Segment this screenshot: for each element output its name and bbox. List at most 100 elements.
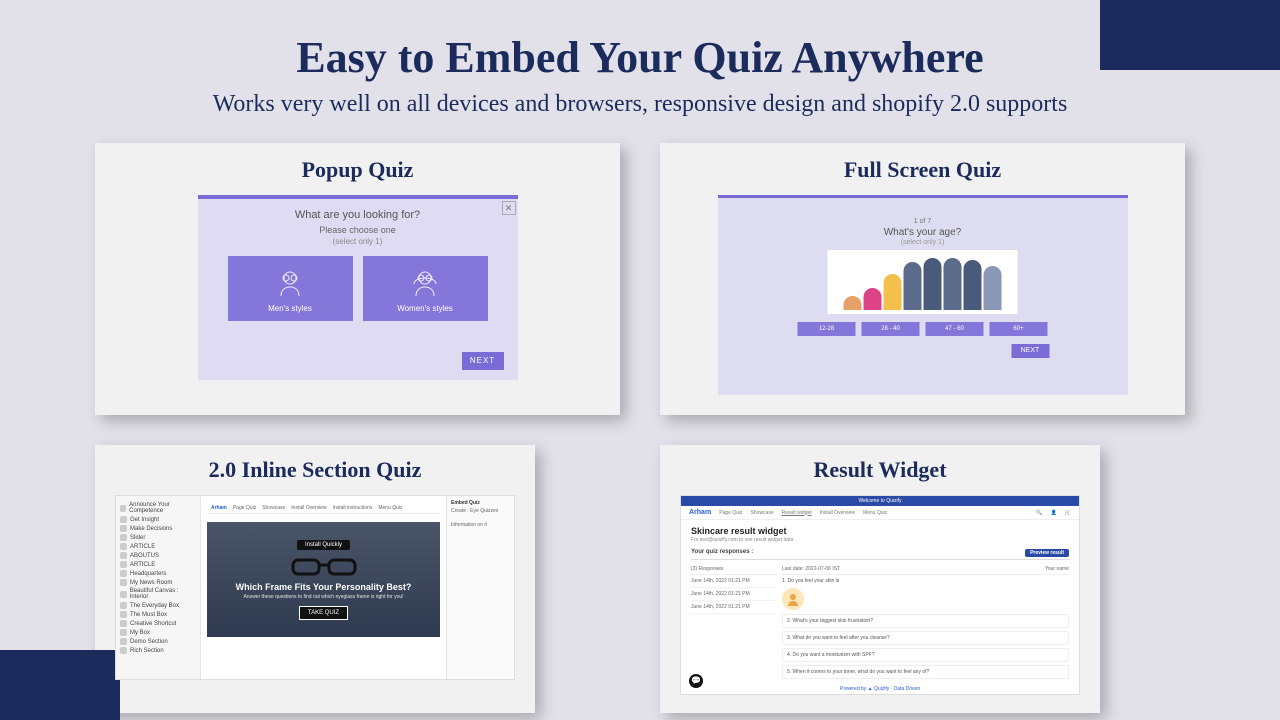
corner-accent-tr xyxy=(1100,0,1280,70)
question-row: 3. What do you want to feel after you cl… xyxy=(782,631,1069,645)
fullscreen-preview: 1 of 7 What's your age? (select only 1) … xyxy=(718,195,1128,395)
sidebar-item[interactable]: Get Insight xyxy=(130,517,159,523)
sidebar-item[interactable]: Make Decisions xyxy=(130,526,172,532)
nav-item[interactable]: Menu Quiz xyxy=(863,510,887,516)
next-button[interactable]: NEXT xyxy=(462,352,504,370)
sidebar-item[interactable]: ABOUTUS xyxy=(130,553,159,559)
sidebar-item[interactable]: My News Room xyxy=(130,580,172,586)
hero-subtitle: Answer these questions to find out which… xyxy=(243,594,403,600)
sidebar-item[interactable]: The Must Box xyxy=(130,612,167,618)
theme-sidebar: Announce Your Competence Get Insight Mak… xyxy=(116,496,201,679)
hero-quiz-section: Install Quickly Which Frame Fits Your Pe… xyxy=(207,522,440,637)
sidebar-item[interactable]: My Box xyxy=(130,630,150,636)
avatar-icon xyxy=(782,588,804,610)
fsq-question: What's your age? xyxy=(796,227,1049,238)
nav-item[interactable]: Install Overview xyxy=(820,510,855,516)
sidebar-item[interactable]: Headquarters xyxy=(130,571,166,577)
option-mens[interactable]: Men's styles xyxy=(228,256,353,321)
sidebar-item[interactable]: Slider xyxy=(130,535,145,541)
person-male-icon xyxy=(275,270,305,298)
card-fullscreen-quiz: Full Screen Quiz 1 of 7 What's your age?… xyxy=(660,143,1185,415)
nav-item[interactable]: Install instructions xyxy=(333,505,373,511)
age-option[interactable]: 12-28 xyxy=(798,322,856,336)
option-label: Women's styles xyxy=(397,304,453,313)
question-row: 2. What's your biggest skin frustration? xyxy=(782,614,1069,628)
person-female-icon xyxy=(410,270,440,298)
panel-heading: Embed Quiz xyxy=(451,500,510,506)
col-responses: (3) Responses xyxy=(691,566,724,572)
option-label: Men's styles xyxy=(268,304,312,313)
result-nav: Arham Page Quiz Showcase Result widget I… xyxy=(681,506,1079,520)
result-preview: Welcome to Quizify Arham Page Quiz Showc… xyxy=(680,495,1080,695)
sidebar-item[interactable]: Demo Section xyxy=(130,639,168,645)
nav-item[interactable]: Install Overview xyxy=(291,505,326,511)
card-title: 2.0 Inline Section Quiz xyxy=(209,457,422,483)
store-preview: Arham Page Quiz Showcase Install Overvie… xyxy=(201,496,446,679)
sidebar-item[interactable]: Announce Your Competence xyxy=(129,502,196,514)
response-row[interactable]: June 14th, 2022 01:21 PM xyxy=(691,601,776,614)
sidebar-item[interactable]: Rich Section xyxy=(130,648,164,654)
sidebar-item[interactable]: Beautiful Canvas : Interior xyxy=(130,588,196,600)
popup-instruction: Please choose one xyxy=(198,225,518,235)
card-title: Popup Quiz xyxy=(302,157,414,183)
install-pill[interactable]: Install Quickly xyxy=(297,540,350,550)
responses-header: Your quiz responses : Preview result xyxy=(691,549,1069,560)
responses-label: Your quiz responses : xyxy=(691,549,753,557)
hero-title: Which Frame Fits Your Personality Best? xyxy=(236,582,412,592)
preview-result-button[interactable]: Preview result xyxy=(1025,549,1069,557)
search-icon[interactable]: 🔍 xyxy=(1036,510,1042,516)
page-title: Easy to Embed Your Quiz Anywhere xyxy=(0,0,1280,83)
fsq-select-hint: (select only 1) xyxy=(796,239,1049,246)
age-people-image xyxy=(828,250,1018,314)
store-topbar: Arham Page Quiz Showcase Install Overvie… xyxy=(207,502,440,514)
brand-logo: Arham xyxy=(211,505,227,511)
card-result-widget: Result Widget Welcome to Quizify Arham P… xyxy=(660,445,1100,713)
card-popup-quiz: Popup Quiz ✕ What are you looking for? P… xyxy=(95,143,620,415)
nav-item[interactable]: Page Quiz xyxy=(719,510,742,516)
sidebar-item[interactable]: The Everyday Box xyxy=(130,603,179,609)
nav-item-active[interactable]: Result widget xyxy=(782,510,812,516)
sidebar-item[interactable]: ARTICLE xyxy=(130,562,155,568)
sidebar-item[interactable]: Creative Shortcut xyxy=(130,621,176,627)
step-indicator: 1 of 7 xyxy=(796,218,1049,225)
powered-by: Powered by ▲ Quizify · Data Driven xyxy=(681,686,1079,692)
nav-item[interactable]: Showcase xyxy=(751,510,774,516)
q1-label: 1. Do you feel your skin is xyxy=(782,578,1069,584)
widget-heading: Skincare result widget xyxy=(691,526,1069,536)
section-settings-panel: Embed Quiz Create : Eye Quizzes Informat… xyxy=(446,496,514,679)
take-quiz-button[interactable]: TAKE QUIZ xyxy=(299,606,348,620)
nav-item[interactable]: Menu Quiz xyxy=(378,505,402,511)
col-name: Your name xyxy=(1045,566,1069,572)
popup-select-hint: (select only 1) xyxy=(198,237,518,246)
next-button[interactable]: NEXT xyxy=(1011,344,1049,358)
widget-email-line: For test@quizify.com to see result widge… xyxy=(691,537,1069,543)
popup-question: What are you looking for? xyxy=(198,209,518,221)
nav-item[interactable]: Showcase xyxy=(262,505,285,511)
panel-info: Information on it xyxy=(451,522,510,528)
age-option[interactable]: 60+ xyxy=(990,322,1048,336)
sidebar-item[interactable]: ARTICLE xyxy=(130,544,155,550)
response-row[interactable]: June 14th, 2022 01:21 PM xyxy=(691,575,776,588)
response-row[interactable]: June 14th, 2022 01:21 PM xyxy=(691,588,776,601)
card-inline-quiz: 2.0 Inline Section Quiz Announce Your Co… xyxy=(95,445,535,713)
age-option[interactable]: 28 - 40 xyxy=(862,322,920,336)
close-icon[interactable]: ✕ xyxy=(502,201,516,215)
corner-accent-bl xyxy=(0,650,120,720)
nav-item[interactable]: Page Quiz xyxy=(233,505,256,511)
card-title: Result Widget xyxy=(813,457,946,483)
page-subtitle: Works very well on all devices and brows… xyxy=(0,91,1280,118)
glasses-icon xyxy=(289,556,359,578)
question-row: 5. When it comes to your toner, what do … xyxy=(782,665,1069,679)
cart-icon[interactable]: 🛒 xyxy=(1065,510,1071,516)
welcome-bar: Welcome to Quizify xyxy=(681,496,1079,506)
user-icon[interactable]: 👤 xyxy=(1051,510,1057,516)
card-title: Full Screen Quiz xyxy=(844,157,1001,183)
option-womens[interactable]: Women's styles xyxy=(363,256,488,321)
card-grid: Popup Quiz ✕ What are you looking for? P… xyxy=(0,118,1280,713)
age-option[interactable]: 47 - 60 xyxy=(926,322,984,336)
brand-logo: Arham xyxy=(689,509,711,516)
responses-list: (3) Responses June 14th, 2022 01:21 PM J… xyxy=(691,564,776,682)
panel-sub: Create : Eye Quizzes xyxy=(451,508,510,514)
col-date: Last date: 2022-07-06 IST xyxy=(782,566,840,572)
response-detail: Last date: 2022-07-06 IST Your name 1. D… xyxy=(782,564,1069,682)
